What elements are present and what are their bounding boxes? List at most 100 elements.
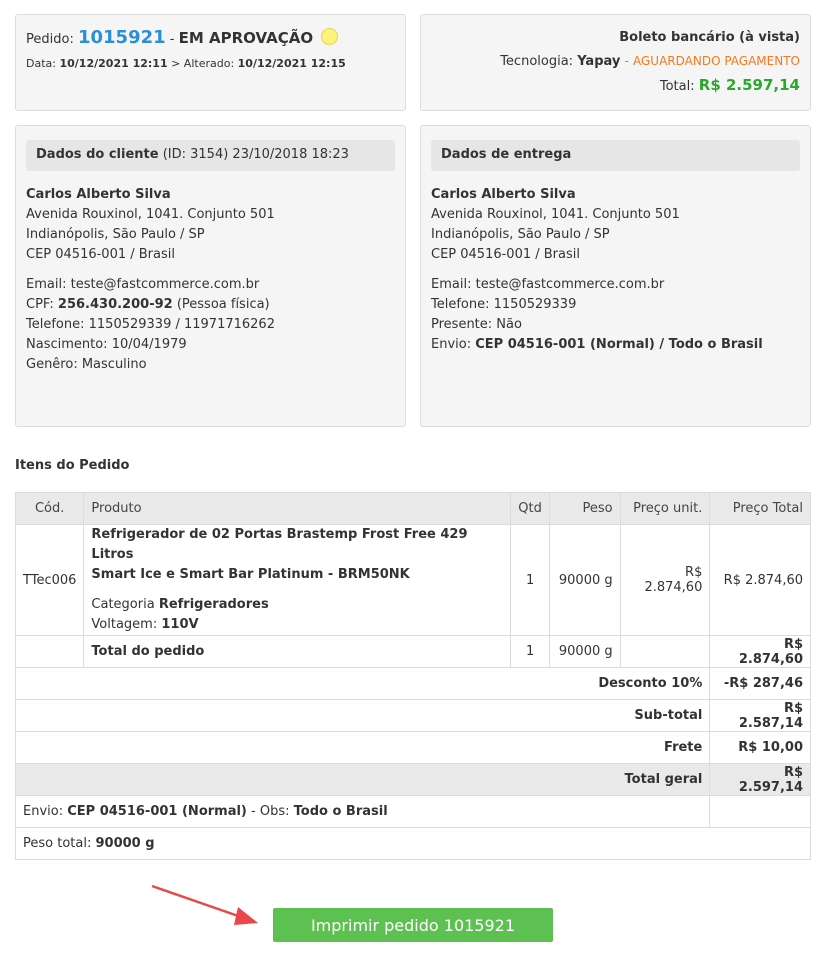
product-unit-price: R$ 2.874,60 <box>619 524 711 636</box>
client-cpf-value: 256.430.200-92 <box>57 297 173 312</box>
shipping-label: Envio: <box>23 804 64 819</box>
discount-value: -R$ 287,46 <box>709 667 811 700</box>
client-data-title: Dados do cliente <box>36 147 159 162</box>
client-data-meta: (ID: 3154) 23/10/2018 18:23 <box>162 147 349 162</box>
order-date: 10/12/2021 12:11 <box>59 57 168 70</box>
order-total-label: Total do pedido <box>83 635 512 668</box>
delivery-email-label: Email: <box>431 277 472 292</box>
order-dates: Data: 10/12/2021 12:11 > Alterado: 10/12… <box>26 57 346 70</box>
order-label: Pedido: <box>26 32 74 47</box>
product-category: Refrigeradores <box>158 597 269 612</box>
client-email-value: teste@fastcommerce.com.br <box>70 277 260 292</box>
grand-total-row: Total geral R$ 2.597,14 <box>14 763 811 796</box>
client-email: Email: teste@fastcommerce.com.br <box>26 275 395 295</box>
col-qty: Qtd <box>510 492 550 525</box>
product-cell: Refrigerador de 02 Portas Brastemp Frost… <box>83 524 512 636</box>
order-total-weight: 90000 g <box>548 635 621 668</box>
client-cpf: CPF: 256.430.200-92 (Pessoa física) <box>26 295 395 315</box>
status-indicator-icon <box>321 28 339 45</box>
delivery-gift: Presente: Não <box>431 315 800 335</box>
discount-row: Desconto 10% -R$ 287,46 <box>14 667 811 700</box>
grand-total-value: R$ 2.597,14 <box>709 763 811 796</box>
product-total-price: R$ 2.874,60 <box>709 524 811 636</box>
order-number: 1015921 <box>77 27 166 48</box>
discount-label: Desconto 10% <box>14 667 711 700</box>
table-row: TTec006 Refrigerador de 02 Portas Braste… <box>14 524 811 636</box>
items-header-row: Cód. Produto Qtd Peso Preço unit. Preço … <box>14 492 811 525</box>
order-status: EM APROVAÇÃO <box>178 29 314 47</box>
product-name-line2: Smart Ice e Smart Bar Platinum - BRM50NK <box>91 567 410 582</box>
delivery-gift-value: Não <box>496 317 522 332</box>
client-data-header: Dados do cliente (ID: 3154) 23/10/2018 1… <box>26 140 395 171</box>
client-birth: Nascimento: 10/04/1979 <box>26 335 395 355</box>
order-summary-panel: Pedido: 1015921 - EM APROVAÇÃO Data: 10/… <box>15 14 406 111</box>
product-voltage: 110V <box>161 617 199 632</box>
payment-total-value: R$ 2.597,14 <box>698 76 800 94</box>
shipping-info: Envio: CEP 04516-001 (Normal) - Obs: Tod… <box>14 795 711 828</box>
weight-total-label: Peso total: <box>23 836 92 851</box>
delivery-address-line3: CEP 04516-001 / Brasil <box>431 247 580 262</box>
print-order-button[interactable]: Imprimir pedido 1015921 <box>273 908 553 942</box>
payment-panel: Boleto bancário (à vista) Tecnologia: Ya… <box>420 14 811 111</box>
delivery-gift-label: Presente: <box>431 317 493 332</box>
items-table: Cód. Produto Qtd Peso Preço unit. Preço … <box>14 492 811 860</box>
product-category-label: Categoria <box>91 597 155 612</box>
product-meta: Categoria Refrigeradores Voltagem: 110V <box>91 595 503 635</box>
col-total-price: Preço Total <box>709 492 811 525</box>
order-altered-label: > Alterado: <box>171 57 235 70</box>
delivery-shipping-label: Envio: <box>431 337 472 352</box>
product-weight: 90000 g <box>548 524 621 636</box>
payment-technology: Tecnologia: Yapay - AGUARDANDO PAGAMENTO <box>500 54 800 69</box>
payment-tech-label: Tecnologia: <box>500 54 574 69</box>
client-data-panel: Dados do cliente (ID: 3154) 23/10/2018 1… <box>15 125 406 427</box>
product-name-line1: Refrigerador de 02 Portas Brastemp Frost… <box>91 527 468 562</box>
delivery-email: Email: teste@fastcommerce.com.br <box>431 275 800 295</box>
subtotal-value: R$ 2.587,14 <box>709 699 811 732</box>
payment-total-label: Total: <box>659 79 695 94</box>
shipping-obs: Todo o Brasil <box>293 804 388 819</box>
payment-total: Total: R$ 2.597,14 <box>660 76 800 94</box>
delivery-address-line1: Avenida Rouxinol, 1041. Conjunto 501 <box>431 207 680 222</box>
payment-tech: Yapay <box>577 54 621 69</box>
freight-row: Frete R$ 10,00 <box>14 731 811 764</box>
client-address-line3: CEP 04516-001 / Brasil <box>26 247 175 262</box>
client-phone-value: 1150529339 / 11971716262 <box>88 317 275 332</box>
payment-tech-sep: - <box>624 54 629 68</box>
shipping-row: Envio: CEP 04516-001 (Normal) - Obs: Tod… <box>14 795 811 828</box>
client-cpf-type: (Pessoa física) <box>176 297 270 312</box>
subtotal-label: Sub-total <box>14 699 711 732</box>
order-altered-date: 10/12/2021 12:15 <box>237 57 346 70</box>
client-address-line2: Indianópolis, São Paulo / SP <box>26 227 205 242</box>
order-header: Pedido: 1015921 - EM APROVAÇÃO <box>26 27 339 48</box>
client-phone-label: Telefone: <box>26 317 85 332</box>
grand-total-label: Total geral <box>14 763 711 796</box>
product-name: Refrigerador de 02 Portas Brastemp Frost… <box>91 525 503 585</box>
order-date-label: Data: <box>26 57 56 70</box>
delivery-data-title: Dados de entrega <box>441 147 572 162</box>
annotation-arrow-icon <box>151 884 258 925</box>
col-product: Produto <box>83 492 512 525</box>
client-birth-value: 10/04/1979 <box>111 337 187 352</box>
order-total-value: R$ 2.874,60 <box>709 635 811 668</box>
client-info: Carlos Alberto Silva Avenida Rouxinol, 1… <box>26 185 395 375</box>
items-title: Itens do Pedido <box>15 458 130 473</box>
client-name: Carlos Alberto Silva <box>26 187 171 202</box>
delivery-phone: Telefone: 1150529339 <box>431 295 800 315</box>
delivery-data-header: Dados de entrega <box>431 140 800 171</box>
weight-total-info: Peso total: 90000 g <box>15 827 811 860</box>
freight-value: R$ 10,00 <box>709 731 811 764</box>
shipping-obs-label: - Obs: <box>251 804 290 819</box>
client-birth-label: Nascimento: <box>26 337 108 352</box>
client-cpf-label: CPF: <box>26 297 54 312</box>
shipping-value: CEP 04516-001 (Normal) <box>67 804 247 819</box>
col-code: Cód. <box>14 492 85 525</box>
client-email-label: Email: <box>26 277 67 292</box>
delivery-email-value: teste@fastcommerce.com.br <box>475 277 665 292</box>
order-total-qty: 1 <box>510 635 550 668</box>
col-weight: Peso <box>548 492 621 525</box>
col-unit-price: Preço unit. <box>619 492 711 525</box>
client-address-line1: Avenida Rouxinol, 1041. Conjunto 501 <box>26 207 275 222</box>
delivery-shipping-value: CEP 04516-001 (Normal) / Todo o Brasil <box>475 337 763 352</box>
order-separator: - <box>169 32 175 47</box>
product-code: TTec006 <box>14 524 85 636</box>
